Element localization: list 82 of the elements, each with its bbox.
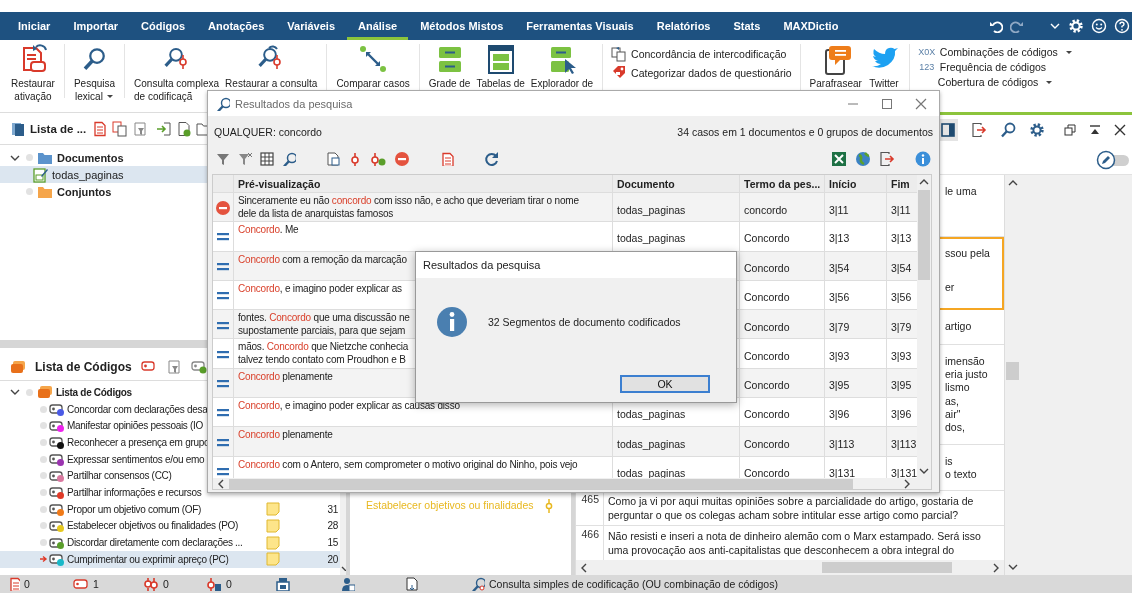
menu-tab[interactable]: Ferramentas Visuais <box>515 12 645 40</box>
ribbon-button[interactable]: Restaurar a consulta <box>222 44 321 90</box>
table-cell: 3|95 <box>825 368 887 398</box>
table-cell: todas_paginas <box>613 193 740 222</box>
count: 1 <box>93 578 99 590</box>
dialog-title: Resultados da pesquisa <box>423 259 541 271</box>
table-cell: Concordo <box>740 427 825 456</box>
count: 28 <box>326 520 339 532</box>
tree-item[interactable]: Documentos <box>0 149 346 166</box>
code-item[interactable]: Estabelecer objetivos ou finalidades (PO) 28 <box>0 517 340 535</box>
ribbon-button[interactable]: Tabelas de <box>473 44 528 90</box>
glyph-icon: 123 <box>917 62 936 72</box>
text-fragment: lismo <box>945 381 971 395</box>
code-label: Estabelecer objetivos ou finalidades <box>366 499 534 511</box>
text-fragment: as, <box>945 394 960 408</box>
menu-tab[interactable]: Importar <box>62 12 130 40</box>
menu-tab[interactable]: Anotações <box>197 12 276 40</box>
menu-tab[interactable]: Stats <box>722 12 772 40</box>
status-text: Consulta simples de codificação (OU combinação de códigos) <box>489 578 778 590</box>
table-cell: 3|11 <box>825 193 887 222</box>
menu-tab[interactable]: MAXDictio <box>772 12 850 40</box>
text-fragment: imensão <box>945 355 986 369</box>
menu-tab[interactable]: Códigos <box>130 12 197 40</box>
ribbon-button[interactable]: Concordância de intercodificação <box>609 46 794 62</box>
code-item[interactable]: Propor um objetivo comum (OF) 31 <box>0 500 340 518</box>
menu-tab[interactable]: Relatórios <box>645 12 722 40</box>
text-fragment: le uma <box>945 185 978 199</box>
query-text: QUALQUER: concordo <box>214 126 322 138</box>
menu-tab[interactable]: Iniciar <box>7 12 62 40</box>
ribbon-button[interactable]: Comparar casos <box>333 44 413 90</box>
table-cell: todas_paginas <box>613 222 740 251</box>
code-item[interactable]: Discordar diretamente com declarações ... 15 <box>0 534 340 551</box>
count: 15 <box>326 537 339 549</box>
count: 0 <box>226 578 232 590</box>
ribbon-button[interactable]: Consulta complexa de codificaçã <box>131 44 223 103</box>
table-cell: Concordo <box>740 251 825 280</box>
table-cell: 3|79 <box>825 310 887 339</box>
line-number: 466 <box>580 527 600 542</box>
table-cell: 3|54 <box>825 251 887 280</box>
text-fragment: air" <box>945 407 962 421</box>
preview-text: Concordo. Me <box>234 222 613 251</box>
window-title: Resultados da pesquisa <box>235 97 354 110</box>
panel-title: Lista de Códigos <box>35 360 132 374</box>
menu-tab[interactable]: Métodos Mistos <box>409 12 515 40</box>
text-fragment: is <box>945 455 954 469</box>
ribbon-button[interactable]: 123 Frequência de códigos <box>915 61 1075 73</box>
panel-title: Lista de ... <box>30 122 87 135</box>
count: 0 <box>24 578 30 590</box>
summary-text: 34 casos em 1 documentos e 0 grupos de documentos <box>677 126 933 138</box>
count: 0 <box>163 578 169 590</box>
table-cell: Concordo <box>740 310 825 339</box>
menu-tab[interactable]: Variáveis <box>276 12 346 40</box>
text-fragment: o texto <box>945 468 978 482</box>
table-cell: todas_paginas <box>613 427 740 456</box>
ribbon-button[interactable]: Categorizar dados de questionário <box>609 65 794 81</box>
text-fragment: er <box>945 280 956 294</box>
text-fragment: dos, <box>945 421 966 435</box>
ribbon-button[interactable]: Parafrasear <box>806 44 865 90</box>
table-cell: Concordo <box>740 222 825 251</box>
line-number: 465 <box>580 492 600 507</box>
glyph-icon: X0X <box>917 47 936 57</box>
preview-text: Sinceramente eu não concordo com isso não, e acho que deveriam tirar o nome dele da lista de anarquistas famosos <box>234 193 613 222</box>
ribbon-button[interactable]: Cobertura de códigos <box>915 76 1075 88</box>
count: 31 <box>326 503 339 515</box>
ribbon-button[interactable]: Restaurar ativação <box>8 44 58 103</box>
table-cell: concordo <box>740 193 825 222</box>
ok-button[interactable]: OK <box>620 375 710 393</box>
ribbon-button[interactable]: Pesquisa lexical <box>70 44 119 103</box>
count: 20 <box>326 553 339 565</box>
ribbon-button[interactable]: Grade de <box>425 44 474 90</box>
text-fragment: eria justo <box>945 368 989 382</box>
text-fragment: artigo <box>945 320 973 334</box>
ribbon-button[interactable]: Explorador de <box>527 44 597 90</box>
code-item[interactable]: Cumprimentar ou exprimir apreço (PC) 20 <box>0 550 340 568</box>
table-cell: 3|13 <box>825 222 887 251</box>
table-cell: Concordo <box>740 368 825 398</box>
table-cell: 3|113 <box>825 427 887 456</box>
preview-text: Concordo plenamente <box>234 427 613 456</box>
code-item[interactable]: Partilhar informações e recursos <box>0 484 340 501</box>
ribbon-button[interactable]: Twitter <box>864 44 903 90</box>
text-fragment: ssou pela <box>945 247 991 261</box>
ribbon-button[interactable]: X0X Combinações de códigos <box>915 46 1075 58</box>
